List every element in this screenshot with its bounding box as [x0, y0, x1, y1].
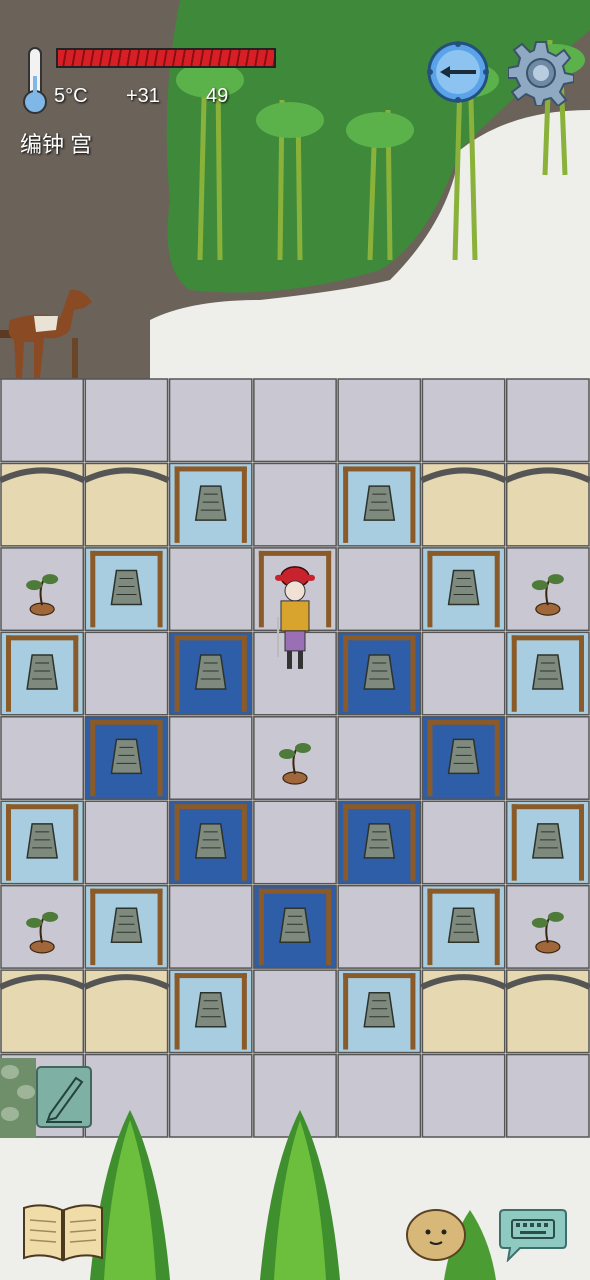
tile-bell-light[interactable] [0, 631, 85, 716]
tile-stone[interactable] [337, 1053, 422, 1138]
tile-bridge[interactable] [0, 969, 86, 1054]
tile-stone[interactable] [253, 800, 337, 885]
keyboard-icon[interactable] [498, 1208, 568, 1262]
tile-stone[interactable] [337, 884, 422, 969]
tile-stone[interactable] [505, 378, 590, 463]
tile-bell-light[interactable] [505, 800, 590, 885]
horse-cart[interactable] [0, 280, 100, 380]
tile-bell-dark[interactable] [337, 631, 422, 716]
tile-bell-dark[interactable] [168, 800, 253, 885]
tile-bell-light[interactable] [168, 969, 253, 1054]
tile-bell-light[interactable] [84, 547, 169, 632]
health-bar-fill [58, 50, 274, 66]
tile-stone[interactable] [421, 800, 506, 885]
thermometer-icon [23, 47, 47, 114]
tile-bell-light[interactable] [337, 462, 422, 547]
tile-stone[interactable] [0, 716, 85, 800]
tile-stone[interactable] [0, 378, 85, 463]
tile-bonsai[interactable] [505, 884, 590, 969]
tile-bell-light[interactable] [0, 800, 85, 885]
tile-stone[interactable] [421, 631, 506, 716]
heat-readout: +31 [126, 85, 160, 107]
tile-bell-dark[interactable] [421, 716, 506, 800]
tile-bell-dark[interactable] [84, 716, 169, 800]
tile-bell-dark[interactable] [337, 800, 422, 885]
tile-stone[interactable] [168, 1053, 253, 1138]
tile-stone[interactable] [253, 462, 337, 547]
tile-bridge[interactable] [83, 462, 170, 547]
food-readout: 49 [206, 85, 229, 107]
tile-stone[interactable] [168, 378, 253, 463]
tile-bell-light[interactable] [168, 462, 253, 547]
tile-bell-light[interactable] [421, 547, 506, 632]
tile-bell-dark[interactable] [253, 884, 337, 969]
tile-bridge[interactable] [83, 969, 170, 1054]
tile-stone[interactable] [421, 1053, 506, 1138]
tile-stone[interactable] [253, 969, 337, 1054]
tile-stone[interactable] [84, 378, 169, 463]
potato-icon[interactable] [404, 1206, 468, 1262]
compass-icon[interactable] [426, 40, 490, 104]
tile-bridge[interactable] [420, 969, 507, 1054]
tile-stone[interactable] [84, 800, 169, 885]
tile-stone[interactable] [84, 631, 169, 716]
tile-bridge[interactable] [504, 969, 590, 1054]
tile-bridge[interactable] [0, 462, 86, 547]
tile-stone[interactable] [337, 716, 422, 800]
pen-icon[interactable] [36, 1066, 92, 1128]
bell-palace-floor[interactable] [0, 378, 590, 1138]
tile-stone[interactable] [337, 378, 422, 463]
tile-stone[interactable] [505, 716, 590, 800]
cypress-tree [260, 1110, 340, 1280]
gear-icon[interactable] [508, 40, 574, 106]
tile-bell-light[interactable] [337, 969, 422, 1054]
tile-stone[interactable] [505, 1053, 590, 1138]
tile-stone[interactable] [168, 547, 253, 632]
tile-stone[interactable] [253, 378, 337, 463]
tile-bridge[interactable] [420, 462, 507, 547]
tile-bell-light[interactable] [421, 884, 506, 969]
book-icon[interactable] [22, 1202, 104, 1262]
tile-stone[interactable] [421, 378, 506, 463]
tile-stone[interactable] [168, 716, 253, 800]
tile-bonsai[interactable] [505, 547, 590, 632]
floor-grid[interactable] [0, 378, 590, 1138]
stone-wall [0, 1058, 36, 1138]
tile-bell-light[interactable] [505, 631, 590, 716]
tile-bell-light[interactable] [84, 884, 169, 969]
health-bar [56, 48, 276, 68]
tile-bonsai[interactable] [0, 547, 85, 632]
tile-stone[interactable] [337, 547, 422, 632]
temperature-readout: 5°C [54, 85, 88, 107]
tile-bridge[interactable] [504, 462, 590, 547]
tile-bonsai[interactable] [253, 716, 337, 800]
tile-bell-dark[interactable] [168, 631, 253, 716]
tile-bonsai[interactable] [0, 884, 85, 969]
location-label: 编钟 宫 [20, 132, 93, 157]
tile-stone[interactable] [168, 884, 253, 969]
